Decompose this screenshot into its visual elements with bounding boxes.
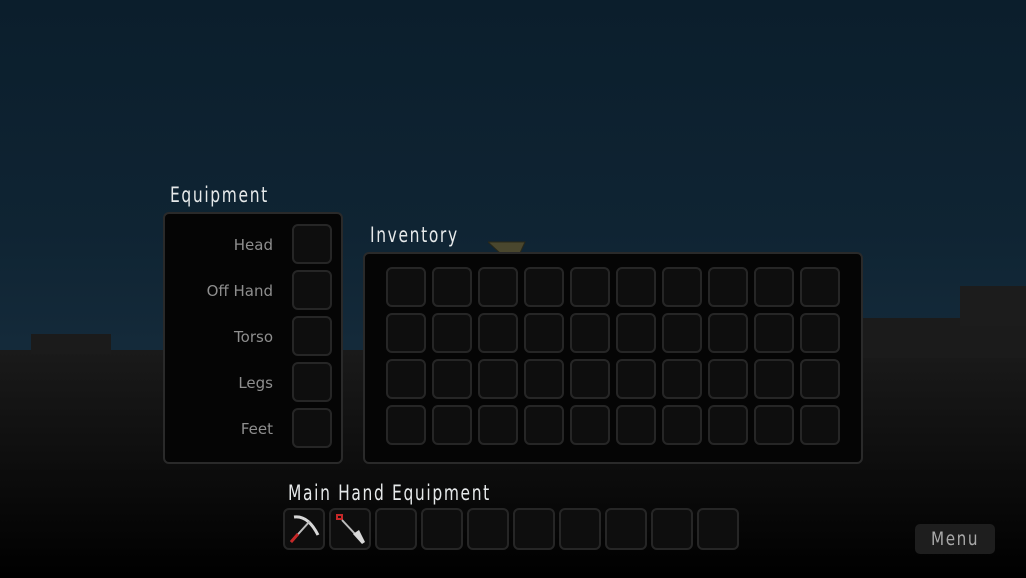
inventory-slot[interactable] <box>616 359 656 399</box>
inventory-slot[interactable] <box>478 405 518 445</box>
inventory-slot[interactable] <box>754 267 794 307</box>
inventory-slot[interactable] <box>478 313 518 353</box>
main-hand-slot[interactable] <box>605 508 647 550</box>
inventory-slot[interactable] <box>800 267 840 307</box>
inventory-slot[interactable] <box>708 267 748 307</box>
inventory-slot[interactable] <box>432 405 472 445</box>
main-hand-slot[interactable] <box>697 508 739 550</box>
equipment-slot-label: Legs <box>238 374 273 392</box>
equipment-slot-label: Torso <box>234 328 273 346</box>
inventory-slot[interactable] <box>754 359 794 399</box>
inventory-slot[interactable] <box>386 359 426 399</box>
inventory-slot[interactable] <box>662 359 702 399</box>
inventory-slot[interactable] <box>570 405 610 445</box>
inventory-slot[interactable] <box>432 359 472 399</box>
terrain-hill-right-high <box>960 286 1026 326</box>
inventory-slot[interactable] <box>800 405 840 445</box>
inventory-panel <box>363 252 863 464</box>
inventory-slot[interactable] <box>524 267 564 307</box>
equipment-slot-head[interactable] <box>292 224 332 264</box>
equipment-panel: Head Off Hand Torso Legs Feet <box>163 212 343 464</box>
inventory-slot[interactable] <box>708 359 748 399</box>
inventory-slot[interactable] <box>616 313 656 353</box>
equipment-slot-legs[interactable] <box>292 362 332 402</box>
terrain-hill-left <box>31 334 111 354</box>
inventory-slot[interactable] <box>524 313 564 353</box>
inventory-slot[interactable] <box>754 405 794 445</box>
inventory-slot[interactable] <box>616 267 656 307</box>
main-hand-slot[interactable] <box>467 508 509 550</box>
inventory-slot[interactable] <box>432 313 472 353</box>
inventory-slot[interactable] <box>570 359 610 399</box>
main-hand-slot[interactable] <box>283 508 325 550</box>
main-hand-slot[interactable] <box>559 508 601 550</box>
inventory-slot[interactable] <box>616 405 656 445</box>
inventory-slot[interactable] <box>386 405 426 445</box>
inventory-slot[interactable] <box>708 313 748 353</box>
equipment-slot-torso[interactable] <box>292 316 332 356</box>
equipment-slot-feet[interactable] <box>292 408 332 448</box>
inventory-slot[interactable] <box>386 313 426 353</box>
equipment-slot-label: Off Hand <box>206 282 273 300</box>
equipment-slot-label: Feet <box>240 420 273 438</box>
inventory-slot[interactable] <box>662 405 702 445</box>
equipment-title: Equipment <box>170 183 269 207</box>
main-hand-slot[interactable] <box>513 508 555 550</box>
inventory-slot[interactable] <box>478 359 518 399</box>
inventory-slot[interactable] <box>800 359 840 399</box>
main-hand-title: Main Hand Equipment <box>288 481 491 505</box>
inventory-slot[interactable] <box>754 313 794 353</box>
menu-button[interactable]: Menu <box>915 524 995 554</box>
equipment-slot-off-hand[interactable] <box>292 270 332 310</box>
pickaxe-icon <box>289 515 320 543</box>
main-hand-slot[interactable] <box>421 508 463 550</box>
inventory-title: Inventory <box>370 223 459 247</box>
inventory-slot[interactable] <box>708 405 748 445</box>
inventory-slot[interactable] <box>570 267 610 307</box>
shovel-icon <box>336 514 365 544</box>
inventory-slot[interactable] <box>800 313 840 353</box>
equipment-slot-label: Head <box>233 236 273 254</box>
main-hand-bar <box>283 508 743 552</box>
main-hand-slot[interactable] <box>651 508 693 550</box>
main-hand-slot[interactable] <box>329 508 371 550</box>
inventory-slot[interactable] <box>432 267 472 307</box>
inventory-slot[interactable] <box>478 267 518 307</box>
inventory-slot[interactable] <box>524 405 564 445</box>
inventory-slot[interactable] <box>386 267 426 307</box>
main-hand-slot[interactable] <box>375 508 417 550</box>
inventory-slot[interactable] <box>662 267 702 307</box>
menu-button-label: Menu <box>930 528 980 550</box>
inventory-slot[interactable] <box>524 359 564 399</box>
inventory-slot[interactable] <box>570 313 610 353</box>
inventory-slot[interactable] <box>662 313 702 353</box>
